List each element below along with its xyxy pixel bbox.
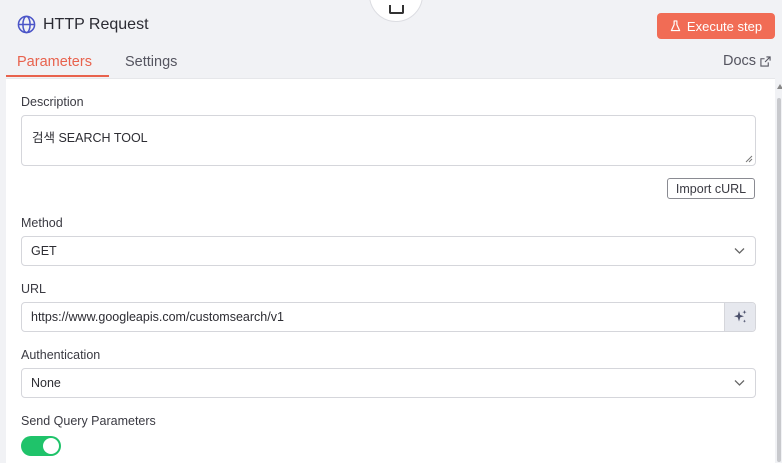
- external-link-icon: [760, 55, 771, 67]
- sparkle-icon: [734, 310, 747, 323]
- authentication-label: Authentication: [21, 348, 101, 362]
- globe-icon: [17, 15, 36, 34]
- send-query-label: Send Query Parameters: [21, 414, 156, 428]
- flask-icon: [670, 20, 681, 32]
- execute-step-button[interactable]: Execute step: [657, 13, 775, 39]
- chevron-down-icon: [734, 248, 745, 254]
- execute-step-label: Execute step: [686, 18, 763, 34]
- url-input[interactable]: https://www.googleapis.com/customsearch/…: [21, 302, 756, 332]
- url-label: URL: [21, 282, 47, 296]
- resize-handle-icon[interactable]: [745, 155, 753, 163]
- docs-link[interactable]: Docs: [723, 53, 771, 69]
- docs-label: Docs: [723, 53, 757, 69]
- description-textarea[interactable]: 검색 SEARCH TOOL: [21, 115, 756, 166]
- scrollbar-thumb[interactable]: [777, 98, 781, 462]
- toggle-knob: [43, 438, 59, 454]
- method-select[interactable]: GET: [21, 236, 756, 266]
- ai-assist-button[interactable]: [724, 303, 755, 331]
- url-value: https://www.googleapis.com/customsearch/…: [31, 310, 284, 324]
- authentication-value: None: [31, 376, 61, 390]
- node-title: HTTP Request: [43, 16, 149, 33]
- method-value: GET: [31, 244, 57, 258]
- node-header: HTTP Request Execute step: [0, 0, 782, 50]
- active-tab-indicator: [6, 75, 109, 77]
- tab-bar: Parameters Settings Docs: [0, 50, 782, 78]
- method-label: Method: [21, 216, 63, 230]
- chevron-down-icon: [734, 380, 745, 386]
- tab-settings[interactable]: Settings: [125, 53, 177, 71]
- description-label: Description: [21, 95, 84, 109]
- scroll-up-arrow[interactable]: [777, 84, 782, 89]
- import-curl-button[interactable]: Import cURL: [667, 178, 755, 199]
- description-value: 검색 SEARCH TOOL: [32, 131, 148, 145]
- tab-parameters[interactable]: Parameters: [17, 53, 92, 71]
- authentication-select[interactable]: None: [21, 368, 756, 398]
